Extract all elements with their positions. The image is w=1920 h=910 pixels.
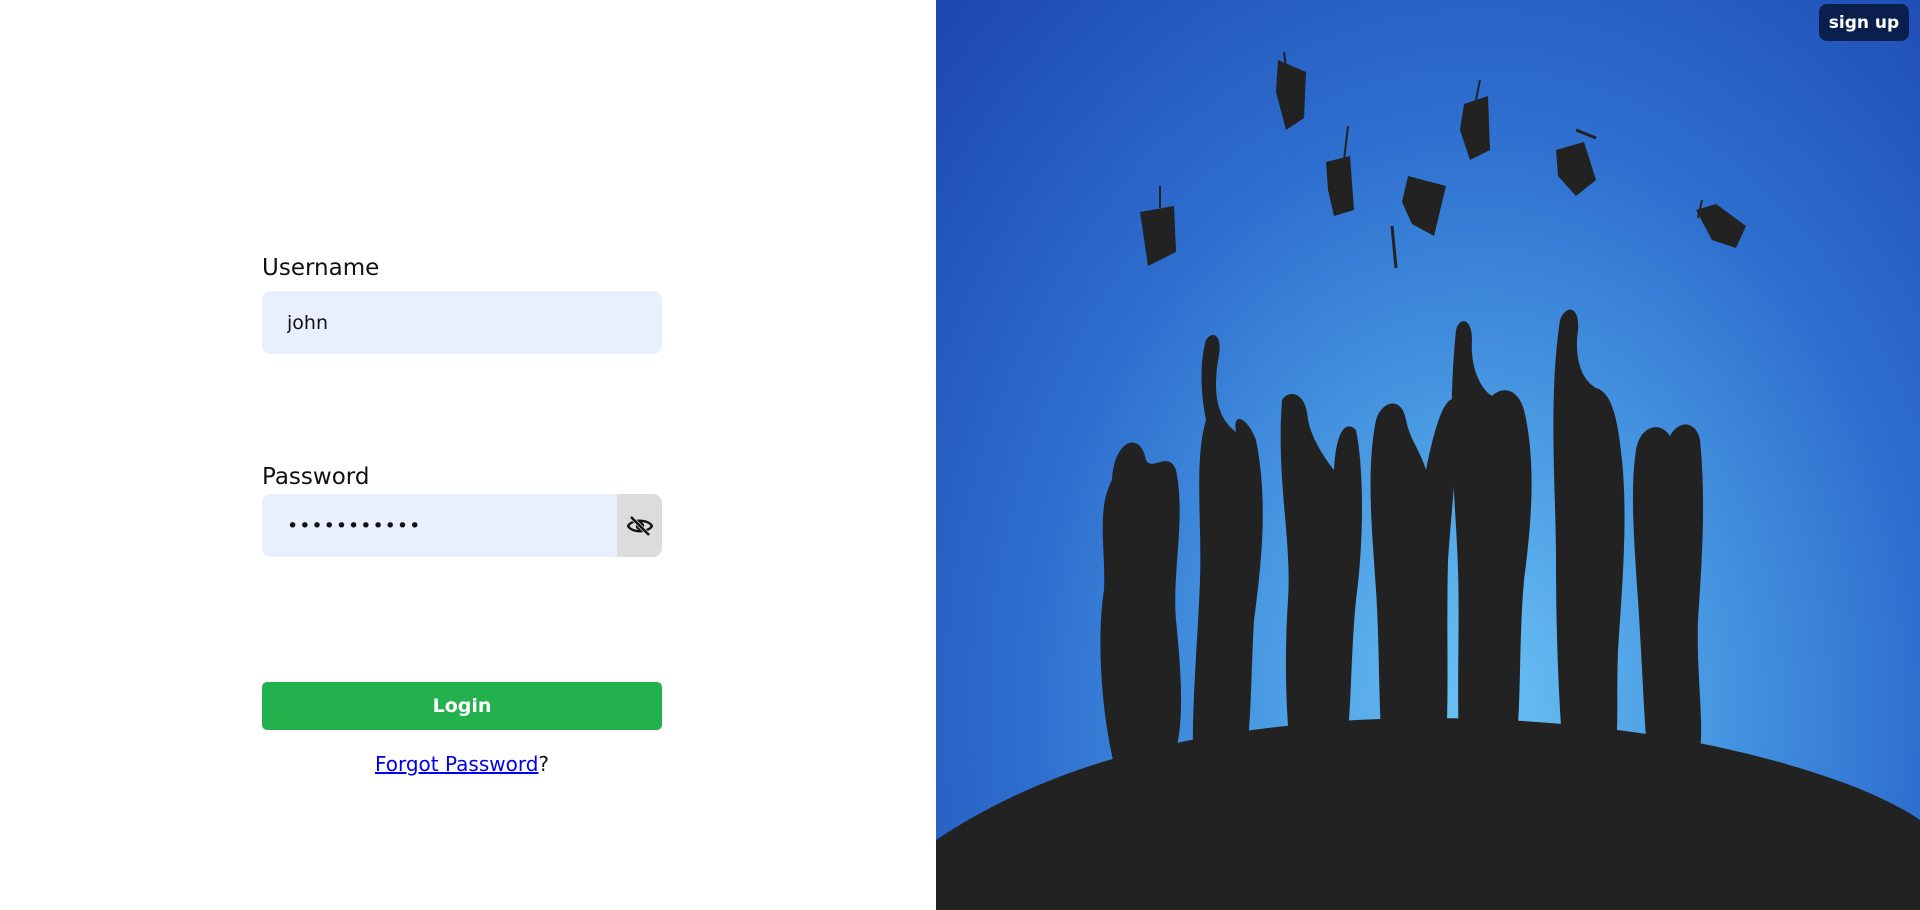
login-panel: Username Password Login Forgot Password?: [0, 0, 936, 910]
forgot-password-suffix: ?: [538, 752, 550, 776]
forgot-password-link[interactable]: Forgot Password: [375, 752, 538, 776]
graduate-silhouette: [1370, 399, 1458, 764]
eye-slash-icon: [626, 515, 653, 536]
password-input[interactable]: [262, 494, 617, 557]
graduate-silhouette: [1553, 309, 1625, 762]
sign-up-button[interactable]: sign up: [1819, 4, 1909, 41]
graduation-cap-icon: [1140, 186, 1176, 266]
graduation-cap-icon: [1326, 125, 1354, 216]
graduation-cap-icon: [1390, 176, 1446, 269]
username-input[interactable]: [262, 291, 662, 354]
grassy-hill: [936, 718, 1920, 910]
password-field: [262, 494, 662, 557]
login-button[interactable]: Login: [262, 682, 662, 730]
graduate-silhouette: [1451, 321, 1532, 760]
graduate-silhouette: [1100, 442, 1182, 772]
graduate-silhouette: [1632, 424, 1704, 762]
graduate-silhouette: [1280, 394, 1362, 766]
graduate-silhouette: [1192, 334, 1263, 772]
password-label: Password: [262, 464, 370, 490]
graduates-silhouette-illustration: [936, 51, 1920, 910]
password-visibility-toggle[interactable]: [617, 494, 662, 557]
graduation-cap-icon: [1460, 79, 1490, 160]
forgot-password-row: Forgot Password?: [262, 752, 662, 776]
graduation-cap-icon: [1556, 128, 1597, 196]
graduation-cap-icon: [1696, 199, 1746, 248]
graduation-cap-icon: [1276, 51, 1306, 130]
username-label: Username: [262, 255, 380, 281]
graduation-hero-image: [936, 0, 1920, 910]
